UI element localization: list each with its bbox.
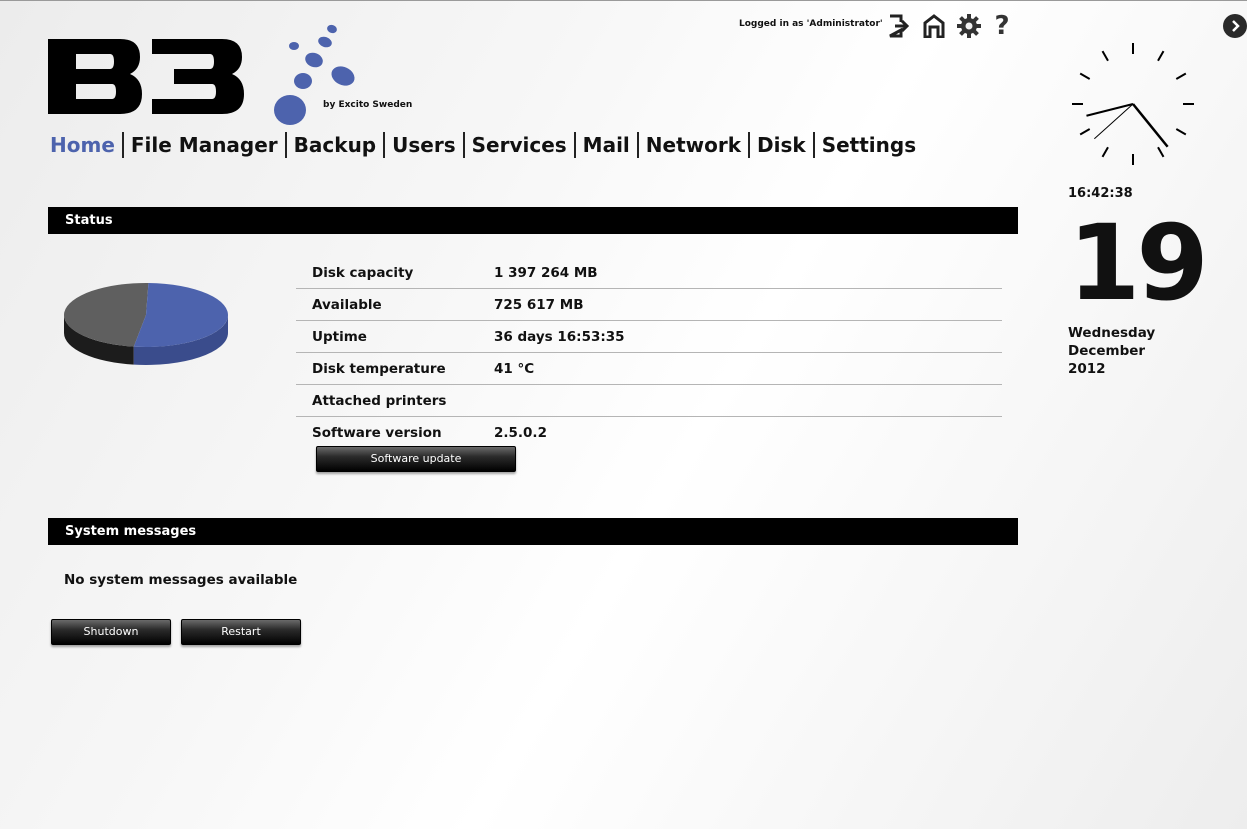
- settings-gear-icon[interactable]: [957, 13, 981, 39]
- clock-tick: [1079, 128, 1091, 136]
- status-value: 725 617 MB: [494, 296, 584, 313]
- clock-tick: [1101, 146, 1109, 158]
- nav-home[interactable]: Home: [48, 131, 122, 159]
- day-of-month: 19: [1068, 202, 1209, 324]
- status-row-available: Available 725 617 MB: [296, 289, 1002, 321]
- clock-tick: [1175, 72, 1187, 80]
- shutdown-button[interactable]: Shutdown: [51, 619, 171, 645]
- system-messages-header: System messages: [48, 518, 1018, 545]
- sidebar-toggle-button[interactable]: [1223, 14, 1247, 38]
- nav-mail[interactable]: Mail: [576, 131, 637, 159]
- disk-usage-pie: [64, 283, 229, 365]
- clock-tick: [1175, 128, 1187, 136]
- nav-disk[interactable]: Disk: [750, 131, 813, 159]
- home-icon[interactable]: [922, 13, 946, 39]
- logged-in-text: Logged in as 'Administrator': [739, 19, 883, 29]
- month: December: [1068, 343, 1146, 359]
- software-update-button[interactable]: Software update: [316, 446, 516, 472]
- nav-file-manager[interactable]: File Manager: [124, 131, 285, 159]
- nav-users[interactable]: Users: [385, 131, 462, 159]
- status-row-uptime: Uptime 36 days 16:53:35: [296, 321, 1002, 353]
- clock-hour-hand: [1132, 103, 1169, 148]
- nav-network[interactable]: Network: [639, 131, 748, 159]
- status-label: Disk capacity: [312, 264, 414, 281]
- main-navigation: Home File Manager Backup Users Services …: [48, 131, 923, 159]
- status-label: Disk temperature: [312, 360, 446, 377]
- status-row-software-version: Software version 2.5.0.2: [296, 417, 1002, 448]
- clock-tick: [1157, 50, 1165, 62]
- help-icon[interactable]: ?: [990, 13, 1014, 39]
- status-label: Attached printers: [312, 392, 447, 409]
- status-label: Software version: [312, 424, 442, 441]
- clock-tick: [1101, 50, 1109, 62]
- year: 2012: [1068, 361, 1106, 377]
- restart-button[interactable]: Restart: [181, 619, 301, 645]
- analog-clock: [1072, 43, 1194, 165]
- no-messages-text: No system messages available: [64, 572, 298, 588]
- status-row-attached-printers: Attached printers: [296, 385, 1002, 417]
- excito-dots-logo: [274, 24, 355, 125]
- clock-tick: [1079, 72, 1091, 80]
- status-value: 36 days 16:53:35: [494, 328, 625, 345]
- status-section-header: Status: [48, 207, 1018, 234]
- status-value: 2.5.0.2: [494, 424, 547, 441]
- status-label: Uptime: [312, 328, 367, 345]
- status-value: 41 °C: [494, 360, 535, 377]
- logout-icon[interactable]: [886, 13, 910, 39]
- digital-time: 16:42:38: [1068, 186, 1133, 201]
- status-table: Disk capacity 1 397 264 MB Available 725…: [296, 257, 1002, 448]
- nav-backup[interactable]: Backup: [287, 131, 383, 159]
- status-row-disk-temperature: Disk temperature 41 °C: [296, 353, 1002, 385]
- nav-settings[interactable]: Settings: [815, 131, 923, 159]
- clock-tick: [1157, 146, 1165, 158]
- weekday: Wednesday: [1068, 325, 1156, 341]
- b3-logo: [48, 39, 244, 114]
- status-label: Available: [312, 296, 382, 313]
- nav-services[interactable]: Services: [465, 131, 574, 159]
- chevron-right-icon: [1223, 14, 1247, 38]
- status-value: 1 397 264 MB: [494, 264, 598, 281]
- status-row-disk-capacity: Disk capacity 1 397 264 MB: [296, 257, 1002, 289]
- brand-byline: by Excito Sweden: [323, 100, 413, 110]
